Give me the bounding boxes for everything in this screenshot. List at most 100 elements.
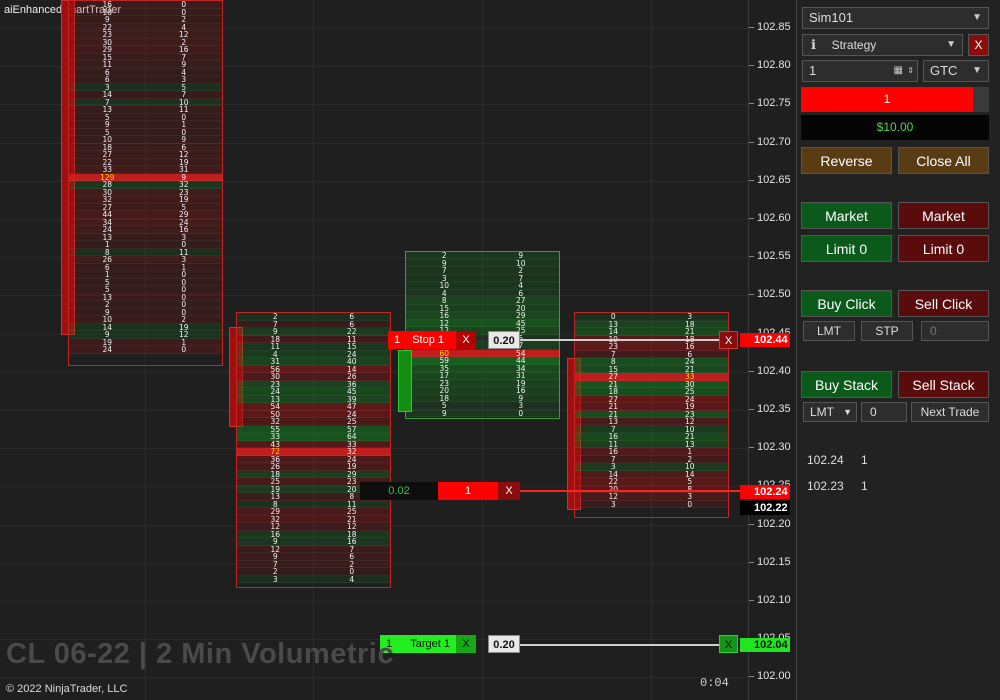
footprint-row: 11 15 [237,343,390,351]
ask-volume: 3 [181,255,187,264]
buy-click-button[interactable]: Buy Click [801,290,892,317]
target-close-right[interactable]: X [719,635,738,653]
next-trade-button[interactable]: Next Trade [911,402,989,422]
sell-stack-button[interactable]: Sell Stack [898,371,989,398]
bid-volume: 29 [102,45,113,54]
ask-volume: 31 [515,371,526,380]
footprint-row: 72 [237,560,390,568]
click-qty-input[interactable]: 0 [921,321,989,341]
bid-volume: 25 [270,477,281,486]
quantity-value: 1 [809,63,817,78]
limit-order-widget[interactable]: 0.02 1 X [360,482,520,500]
price-tick-label: 102.75 [749,97,791,110]
limit-qty[interactable]: 1 [438,482,498,500]
stop-close-button[interactable]: X [456,331,476,349]
bid-volume: 24 [102,345,113,354]
target-offset[interactable]: 0.20 [488,635,520,653]
quantity-input[interactable]: 1 ▦ ⇕ [802,60,918,82]
strategy-value: Strategy [831,38,877,52]
chevron-down-icon: ▼ [843,407,852,417]
bid-volume: 11 [270,342,281,351]
footprint-row: 22 19 [69,158,222,166]
footprint-row: 9 10 [406,259,559,267]
bid-volume: 9 [104,120,110,129]
footprint-row: 7 10 [575,425,728,433]
bid-volume: 33 [102,165,113,174]
target-close-right-button[interactable]: X [719,635,738,653]
pnl-display: $10.00 [801,115,989,140]
stp-button[interactable]: STP [861,321,913,341]
limit-close-button[interactable]: X [498,482,520,500]
target-order-widget[interactable]: 1 Target 1 X [380,635,476,653]
stop-close-right[interactable]: X [719,331,738,349]
calculator-icon[interactable]: ▦ [894,61,903,81]
footprint-row: 23 12 [69,31,222,39]
bid-volume: 27 [102,150,113,159]
limit-sell-button[interactable]: Limit 0 [898,235,989,262]
sell-click-button[interactable]: Sell Click [898,290,989,317]
bid-volume: 17 [439,371,450,380]
footprint-row: 30 2 [69,38,222,46]
position-spacer [973,87,989,112]
footprint-bar[interactable]: 16 0 10 0 9 2 22 4 23 12 30 2 29 16 15 7 11 9 6 4 6 3 3 5 14 7 7 10… [68,0,223,366]
footprint-row: 53 [406,402,559,410]
footprint-row: 14 19 [69,323,222,331]
account-select[interactable]: Sim101 ▼ [802,7,989,29]
bid-volume: 10 [102,135,113,144]
ask-volume: 12 [178,150,189,159]
ask-volume: 25 [684,387,695,396]
footprint-row: 24 16 [69,226,222,234]
ask-volume: 2 [181,315,187,324]
tif-select[interactable]: GTC ▼ [923,60,989,82]
strategy-close-button[interactable]: X [968,34,989,56]
stop-order-widget[interactable]: 1 Stop 1 X [388,331,476,349]
footprint-row: 44 29 [69,211,222,219]
market-buy-button[interactable]: Market [801,202,892,229]
reverse-button[interactable]: Reverse [801,147,892,174]
bid-volume: 44 [102,210,113,219]
target-close-button[interactable]: X [456,635,476,653]
price-tick-label: 102.10 [749,594,791,606]
ask-volume: 47 [346,402,357,411]
strategy-select[interactable]: ℹ Strategy ▼ [802,34,963,56]
price-axis[interactable]: 102.85 102.80 102.75 102.70 102.65 102.60 102.… [748,0,796,700]
stack-qty-input[interactable]: 0 [861,402,907,422]
buy-stack-button[interactable]: Buy Stack [801,371,892,398]
bid-volume: 16 [608,432,619,441]
footprint-row: 27 24 [575,395,728,403]
bid-volume: 2 [441,251,447,260]
bid-volume: 3 [610,462,616,471]
footprint-row: 23 16 [575,343,728,351]
footprint-row: 35 34 [406,364,559,372]
limit-buy-button[interactable]: Limit 0 [801,235,892,262]
chart-area[interactable]: aiEnhancedChartTrader 160100922242312302… [0,0,748,700]
stop-order-line[interactable] [520,339,738,341]
footprint-row: 90 [69,308,222,316]
bid-volume: 12 [270,522,281,531]
bid-volume: 31 [270,357,281,366]
stop-offset[interactable]: 0.20 [488,331,520,349]
target-order-line[interactable] [520,644,720,646]
stack-type-select[interactable]: LMT ▼ [803,402,857,422]
limit-order-line[interactable] [520,490,742,492]
close-all-button[interactable]: Close All [898,147,989,174]
stop-close-right-button[interactable]: X [719,331,738,349]
footprint-row: 29 25 [237,508,390,516]
footprint-bar[interactable]: 0313181421191823167682415212733213018252… [574,312,729,518]
bid-volume: 24 [270,387,281,396]
footprint-row: 8 11 [237,500,390,508]
footprint-row: 32 21 [237,515,390,523]
footprint-row: 72 [406,267,559,275]
spinner-icon[interactable]: ⇕ [907,61,914,81]
footprint-row: 10 [69,241,222,249]
bid-volume: 11 [102,60,113,69]
lmt-button[interactable]: LMT [803,321,855,341]
ask-volume: 3 [687,312,693,321]
ask-volume: 12 [346,522,357,531]
bid-volume: 6 [104,75,110,84]
stop-order-label[interactable]: 1 Stop 1 [388,331,456,349]
footprint-bar[interactable]: 2 6 7 6 9 22 18 11 11 15 4 24 31 40 56 14 30 26 23 36 24 45 13… [236,312,391,588]
market-sell-button[interactable]: Market [898,202,989,229]
footprint-row: 29 16 [69,46,222,54]
ask-volume: 0 [181,0,187,9]
